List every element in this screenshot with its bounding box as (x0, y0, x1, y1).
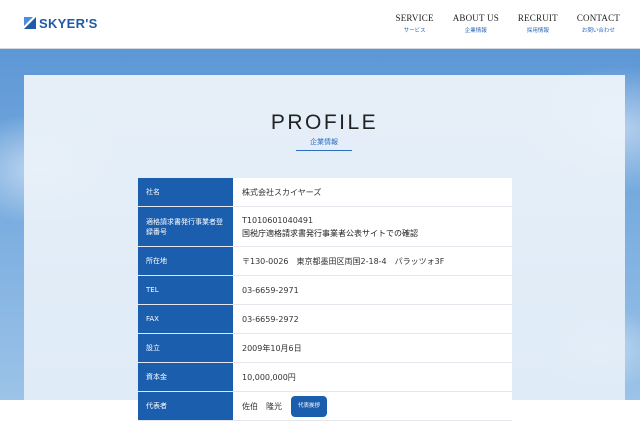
site-header: SKYER'S SERVICE サービス ABOUT US 企業情報 RECRU… (0, 0, 640, 49)
nav-label: ABOUT US (452, 13, 499, 23)
row-label: 資本金 (138, 363, 233, 391)
nav-label: SERVICE (395, 13, 434, 23)
row-value: 2009年10月6日 (233, 334, 512, 362)
representative-name: 佐伯 隆光 (242, 401, 282, 411)
row-label: FAX (138, 305, 233, 333)
profile-row-company-name: 社名 株式会社スカイヤーズ (138, 178, 512, 207)
nav-sublabel: サービス (403, 28, 426, 34)
row-value: 03-6659-2972 (233, 305, 512, 333)
nav-item-contact[interactable]: CONTACT お問い合わせ (577, 13, 620, 34)
profile-row-invoice-number: 適格請求書発行事業者登録番号 T1010601040491 国税庁適格請求書発行… (138, 207, 512, 247)
nav-sublabel: お問い合わせ (581, 28, 615, 34)
row-label: 設立 (138, 334, 233, 362)
nav-label: RECRUIT (517, 13, 558, 23)
row-value: 03-6659-2971 (233, 276, 512, 304)
main-nav: SERVICE サービス ABOUT US 企業情報 RECRUIT 採用情報 … (396, 13, 620, 34)
row-value: 〒130-0026 東京都墨田区両国2-18-4 パラッツォ3F (233, 247, 512, 275)
invoice-verify-link[interactable]: 国税庁適格請求書発行事業者公表サイトでの確認 (242, 227, 503, 240)
ceo-message-button[interactable]: 代表挨拶 (291, 395, 328, 417)
nav-label: CONTACT (576, 13, 620, 23)
page-title: PROFILE (270, 111, 379, 134)
nav-item-recruit[interactable]: RECRUIT 採用情報 (518, 13, 558, 34)
row-label: 所在地 (138, 247, 233, 275)
profile-panel: PROFILE 企業情報 社名 株式会社スカイヤーズ 適格請求書発行事業者登録番… (24, 75, 625, 421)
row-value: 株式会社スカイヤーズ (233, 178, 512, 206)
logo-mark-icon (24, 17, 36, 29)
row-value-group: T1010601040491 国税庁適格請求書発行事業者公表サイトでの確認 (233, 207, 512, 246)
profile-row-address: 所在地 〒130-0026 東京都墨田区両国2-18-4 パラッツォ3F (138, 247, 512, 276)
profile-row-fax: FAX 03-6659-2972 (138, 305, 512, 334)
invoice-number: T1010601040491 (242, 215, 314, 225)
row-label: 適格請求書発行事業者登録番号 (138, 207, 233, 246)
profile-table: 社名 株式会社スカイヤーズ 適格請求書発行事業者登録番号 T1010601040… (138, 178, 512, 421)
nav-sublabel: 企業情報 (464, 28, 487, 34)
row-label: TEL (138, 276, 233, 304)
row-label: 代表者 (138, 392, 233, 420)
nav-item-service[interactable]: SERVICE サービス (396, 13, 434, 34)
row-label: 社名 (138, 178, 233, 206)
nav-item-about-us[interactable]: ABOUT US 企業情報 (453, 13, 499, 34)
site-logo[interactable]: SKYER'S (24, 14, 98, 32)
representative-inline: 佐伯 隆光 代表挨拶 (242, 395, 503, 417)
logo-text: SKYER'S (39, 15, 98, 31)
row-value: 10,000,000円 (233, 363, 512, 391)
profile-row-representative: 代表者 佐伯 隆光 代表挨拶 (138, 392, 512, 421)
nav-sublabel: 採用情報 (526, 28, 549, 34)
page-subtitle: 企業情報 (296, 137, 352, 151)
profile-row-tel: TEL 03-6659-2971 (138, 276, 512, 305)
profile-row-capital: 資本金 10,000,000円 (138, 363, 512, 392)
profile-row-founded: 設立 2009年10月6日 (138, 334, 512, 363)
row-value-group: 佐伯 隆光 代表挨拶 (233, 392, 512, 420)
